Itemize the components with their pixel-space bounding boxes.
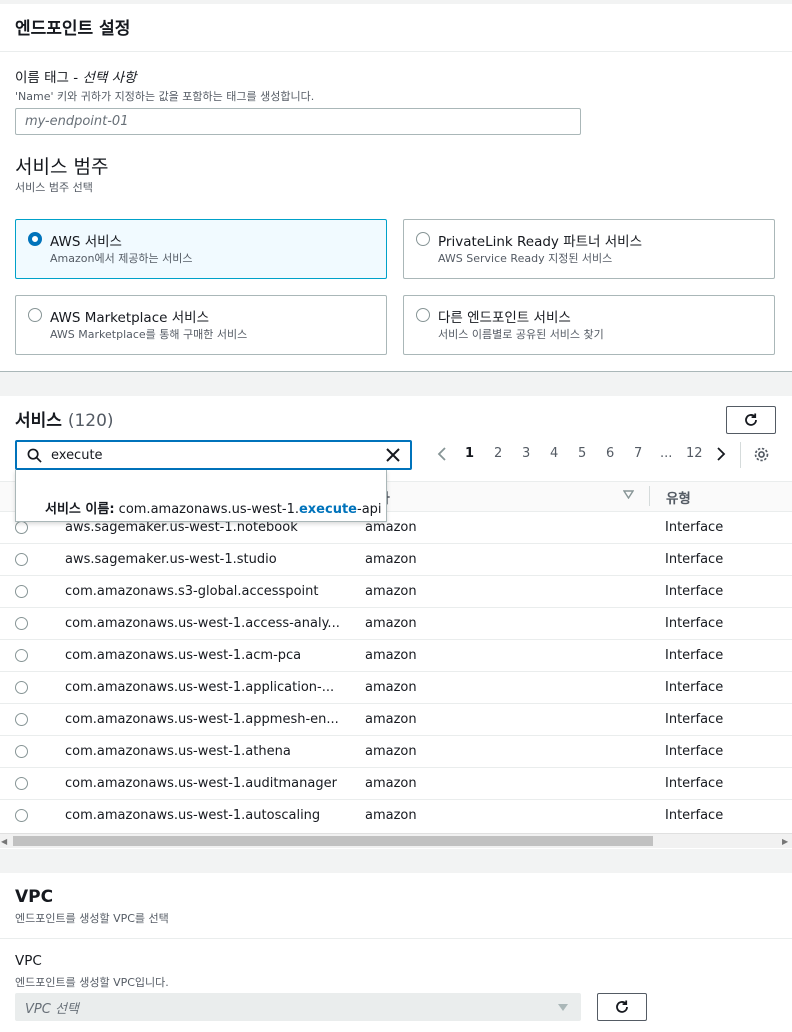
table-row[interactable]: com.amazonaws.us-west-1.athena amazon Inte…	[0, 736, 792, 768]
row-radio[interactable]	[15, 649, 28, 662]
caret-down-icon	[558, 1004, 568, 1011]
row-radio[interactable]	[15, 617, 28, 630]
name-tag-label: 이름 태그 - 선택 사항	[15, 70, 137, 86]
table-row[interactable]: com.amazonaws.us-west-1.appmesh-en... ama…	[0, 704, 792, 736]
vpc-select[interactable]: VPC 선택	[15, 993, 581, 1021]
column-divider	[649, 486, 650, 506]
row-radio[interactable]	[15, 585, 28, 598]
radio-other-endpoint-services[interactable]	[416, 308, 430, 322]
chevron-right-icon[interactable]	[716, 447, 726, 461]
table-row[interactable]: com.amazonaws.s3-global.accesspoint amazo…	[0, 576, 792, 608]
column-header-type[interactable]: 유형	[666, 487, 691, 507]
page-2[interactable]: 2	[494, 446, 502, 461]
table-row[interactable]: aws.sagemaker.us-west-1.studio amazon Inte…	[0, 544, 792, 576]
tile-aws-marketplace[interactable]: AWS Marketplace 서비스 AWS Marketplace를 통해 …	[15, 295, 387, 355]
page-4[interactable]: 4	[550, 446, 558, 461]
tile-privatelink-ready[interactable]: PrivateLink Ready 파트너 서비스 AWS Service Re…	[403, 219, 775, 279]
row-radio[interactable]	[15, 521, 28, 534]
gear-icon[interactable]	[753, 446, 770, 463]
endpoint-settings-title: 엔드포인트 설정	[15, 19, 131, 39]
clear-icon[interactable]	[386, 448, 400, 462]
scroll-left-arrow[interactable]: ◀	[1, 837, 7, 846]
chevron-left-icon[interactable]	[437, 447, 447, 461]
scrollbar-thumb[interactable]	[13, 836, 653, 846]
table-row[interactable]: com.amazonaws.us-west-1.auditmanager amaz…	[0, 768, 792, 800]
search-icon	[27, 448, 42, 463]
service-search-input[interactable]: execute	[15, 440, 412, 470]
table-row[interactable]: com.amazonaws.us-west-1.acm-pca amazon Int…	[0, 640, 792, 672]
refresh-icon	[745, 413, 757, 426]
table-row[interactable]: com.amazonaws.us-west-1.application-... a…	[0, 672, 792, 704]
refresh-icon	[616, 1000, 628, 1013]
tile-other-endpoint-services[interactable]: 다른 엔드포인트 서비스 서비스 이름별로 공유된 서비스 찾기	[403, 295, 775, 355]
page-6[interactable]: 6	[606, 446, 614, 461]
row-radio[interactable]	[15, 777, 28, 790]
row-radio[interactable]	[15, 553, 28, 566]
service-category-description: 서비스 범주 선택	[15, 181, 93, 194]
row-radio[interactable]	[15, 713, 28, 726]
suggestion-item[interactable]: 서비스 이름: com.amazonaws.us-west-1.execute-…	[45, 498, 382, 517]
page-ellipsis: ...	[660, 446, 673, 461]
page-7[interactable]: 7	[634, 446, 642, 461]
page-12[interactable]: 12	[686, 446, 703, 461]
vpc-field-description: 엔드포인트를 생성할 VPC입니다.	[15, 976, 169, 989]
vpc-field-label: VPC	[15, 953, 42, 969]
search-suggestion-dropdown: 서비스 이름: com.amazonaws.us-west-1.execute-…	[15, 470, 387, 522]
sort-caret-icon[interactable]	[623, 490, 634, 499]
radio-privatelink-ready[interactable]	[416, 232, 430, 246]
radio-aws-services[interactable]	[28, 232, 42, 246]
divider	[0, 938, 792, 939]
row-radio[interactable]	[15, 745, 28, 758]
page-1[interactable]: 1	[465, 446, 474, 461]
table-row[interactable]: com.amazonaws.us-west-1.access-analy... a…	[0, 608, 792, 640]
divider	[740, 442, 741, 468]
name-tag-description: 'Name' 키와 귀하가 지정하는 값을 포함하는 태그를 생성합니다.	[15, 90, 315, 103]
service-category-title: 서비스 범주	[15, 156, 109, 178]
name-tag-input[interactable]: my-endpoint-01	[15, 108, 581, 135]
page-3[interactable]: 3	[522, 446, 530, 461]
table-row[interactable]: com.amazonaws.us-west-1.autoscaling amazo…	[0, 800, 792, 832]
row-radio[interactable]	[15, 681, 28, 694]
horizontal-scrollbar[interactable]: ◀ ▶	[0, 833, 792, 848]
scroll-right-arrow[interactable]: ▶	[782, 837, 788, 846]
divider	[0, 51, 792, 52]
vpc-description: 엔드포인트를 생성할 VPC를 선택	[15, 912, 169, 925]
search-value: execute	[51, 447, 103, 463]
services-refresh-button[interactable]	[726, 406, 776, 434]
tile-aws-services[interactable]: AWS 서비스 Amazon에서 제공하는 서비스	[15, 219, 387, 279]
vpc-title: VPC	[15, 887, 54, 907]
row-radio[interactable]	[15, 809, 28, 822]
vpc-refresh-button[interactable]	[597, 993, 647, 1021]
radio-aws-marketplace[interactable]	[28, 308, 42, 322]
section-border	[0, 371, 792, 372]
services-title: 서비스 (120)	[15, 411, 114, 431]
page-5[interactable]: 5	[578, 446, 586, 461]
